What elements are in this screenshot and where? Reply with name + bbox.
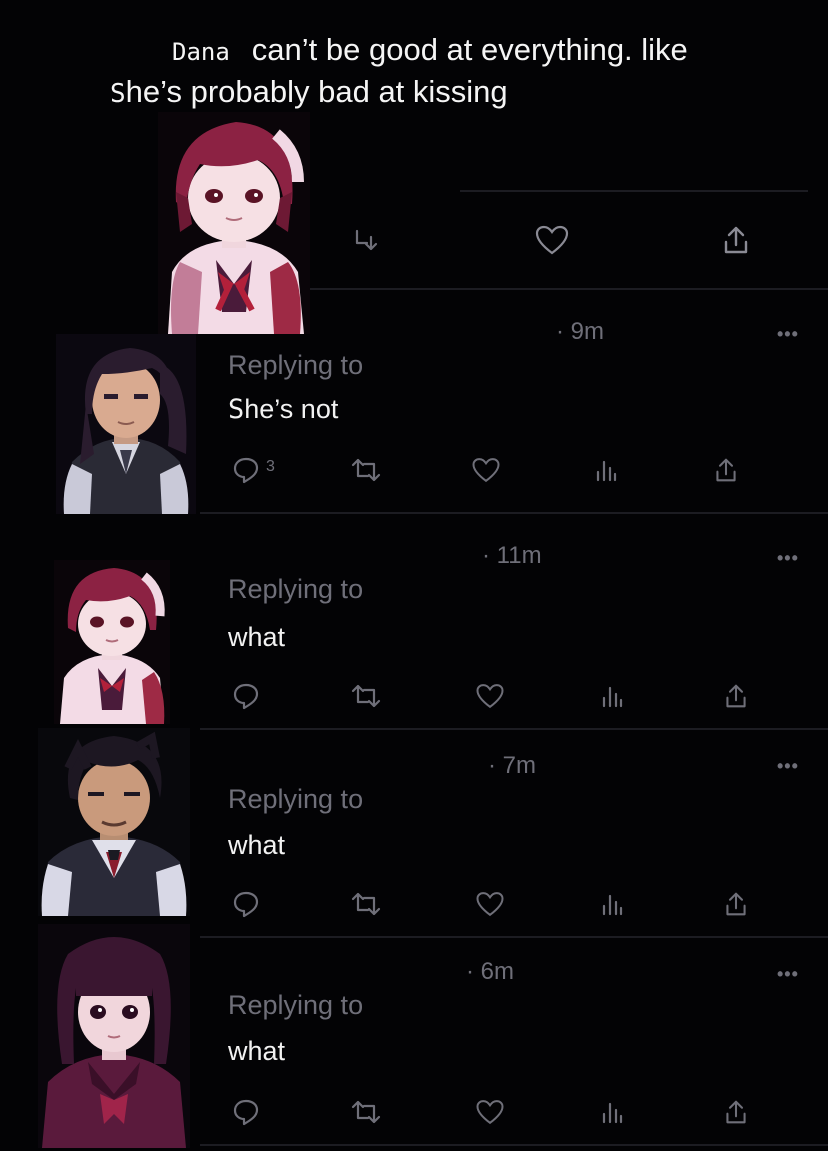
- more-options-button[interactable]: •••: [777, 324, 799, 345]
- divider: [460, 190, 808, 192]
- avatar: [38, 728, 190, 916]
- views-icon: [596, 460, 617, 482]
- reply-icon: [233, 457, 259, 484]
- caption-text: Dana can’t be good at everything. like Sh…: [110, 30, 815, 114]
- divider: [200, 512, 828, 514]
- like-button[interactable]: [470, 676, 510, 716]
- reply-button[interactable]: [226, 1092, 266, 1132]
- divider: [200, 1144, 828, 1146]
- tweet-text: what: [228, 830, 286, 860]
- views-icon: [602, 686, 623, 708]
- more-options-button[interactable]: •••: [777, 756, 799, 777]
- caption-line-1-text: can’t be good at everything. like: [251, 32, 688, 67]
- reply-icon: [233, 683, 259, 710]
- tweet-actions: [226, 1092, 766, 1132]
- heart-icon: [476, 1100, 504, 1125]
- views-button[interactable]: [592, 1092, 632, 1132]
- avatar: [56, 334, 196, 514]
- reply-button[interactable]: 3: [226, 450, 275, 490]
- avatar: [54, 560, 170, 724]
- caption-line-2-text: he’s probably bad at kissing: [125, 74, 508, 109]
- like-button[interactable]: [470, 1092, 510, 1132]
- tweet-actions-top: [200, 220, 820, 260]
- replying-to-label[interactable]: Replying to: [228, 784, 363, 815]
- tweet-text: She’s not: [228, 394, 338, 425]
- retweet-icon: [351, 684, 381, 708]
- avatar: [38, 924, 190, 1148]
- share-button[interactable]: [716, 1092, 756, 1132]
- retweet-icon: [355, 229, 378, 251]
- retweet-button[interactable]: [348, 220, 388, 260]
- heart-icon: [472, 458, 500, 483]
- tweet-text: what: [228, 622, 286, 652]
- like-button[interactable]: [532, 220, 572, 260]
- reply-icon: [233, 891, 259, 918]
- views-icon: [602, 1102, 623, 1124]
- reply-count: 3: [266, 458, 275, 475]
- more-options-button[interactable]: •••: [777, 964, 799, 985]
- views-icon: [602, 894, 623, 916]
- tweet[interactable]: · 9m ••• Replying to She’s not 3: [0, 310, 828, 515]
- heart-icon: [535, 225, 569, 255]
- tweet-timestamp: · 11m: [482, 542, 542, 569]
- views-button[interactable]: [592, 884, 632, 924]
- share-icon: [716, 458, 736, 482]
- like-button[interactable]: [470, 884, 510, 924]
- caption-line-1: Dana can’t be good at everything. like: [110, 30, 815, 72]
- more-options-button[interactable]: •••: [777, 548, 799, 569]
- retweet-button[interactable]: [346, 884, 386, 924]
- retweet-button[interactable]: [346, 676, 386, 716]
- tweet-actions: [226, 884, 766, 924]
- like-button[interactable]: [466, 450, 506, 490]
- tweet[interactable]: · 6m ••• Replying to what: [0, 924, 828, 1148]
- replying-to-label[interactable]: Replying to: [228, 350, 363, 381]
- share-button[interactable]: [706, 450, 746, 490]
- share-icon: [726, 892, 746, 916]
- tweet-timestamp: · 6m: [466, 958, 514, 985]
- views-button[interactable]: [592, 676, 632, 716]
- heart-icon: [476, 892, 504, 917]
- reply-button[interactable]: [226, 884, 266, 924]
- divider: [200, 936, 828, 938]
- tweet-timestamp: · 9m: [556, 318, 604, 345]
- divider: [310, 288, 828, 290]
- retweet-icon: [351, 458, 381, 482]
- tweet-text-rest: he’s not: [244, 394, 339, 424]
- tweet[interactable]: · 11m ••• Replying to what: [0, 534, 828, 734]
- tweet-timestamp: · 7m: [488, 752, 536, 779]
- share-button[interactable]: [716, 884, 756, 924]
- tweet-actions: [226, 676, 766, 716]
- caption-initial: S: [110, 79, 126, 109]
- retweet-icon: [351, 892, 381, 916]
- views-button[interactable]: [586, 450, 626, 490]
- replying-to-label[interactable]: Replying to: [228, 990, 363, 1021]
- reply-icon: [233, 1099, 259, 1126]
- share-icon: [724, 226, 748, 254]
- tweet[interactable]: · 7m ••• Replying to what: [0, 728, 828, 938]
- retweet-button[interactable]: [346, 1092, 386, 1132]
- heart-icon: [476, 684, 504, 709]
- divider: [200, 728, 828, 730]
- tweet-actions: 3: [226, 450, 766, 490]
- retweet-icon: [351, 1100, 381, 1124]
- caption-name: Dana: [172, 38, 230, 66]
- tweet-text-initial: S: [228, 394, 245, 425]
- caption-line-2: She’s probably bad at kissing: [110, 72, 815, 114]
- tweet-text: what: [228, 1036, 286, 1066]
- screenshot-page: Dana can’t be good at everything. like Sh…: [0, 0, 828, 1151]
- share-icon: [726, 684, 746, 708]
- retweet-button[interactable]: [346, 450, 386, 490]
- replying-to-label[interactable]: Replying to: [228, 574, 363, 605]
- reply-button[interactable]: [226, 676, 266, 716]
- share-button[interactable]: [716, 676, 756, 716]
- share-icon: [726, 1100, 746, 1124]
- share-button[interactable]: [716, 220, 756, 260]
